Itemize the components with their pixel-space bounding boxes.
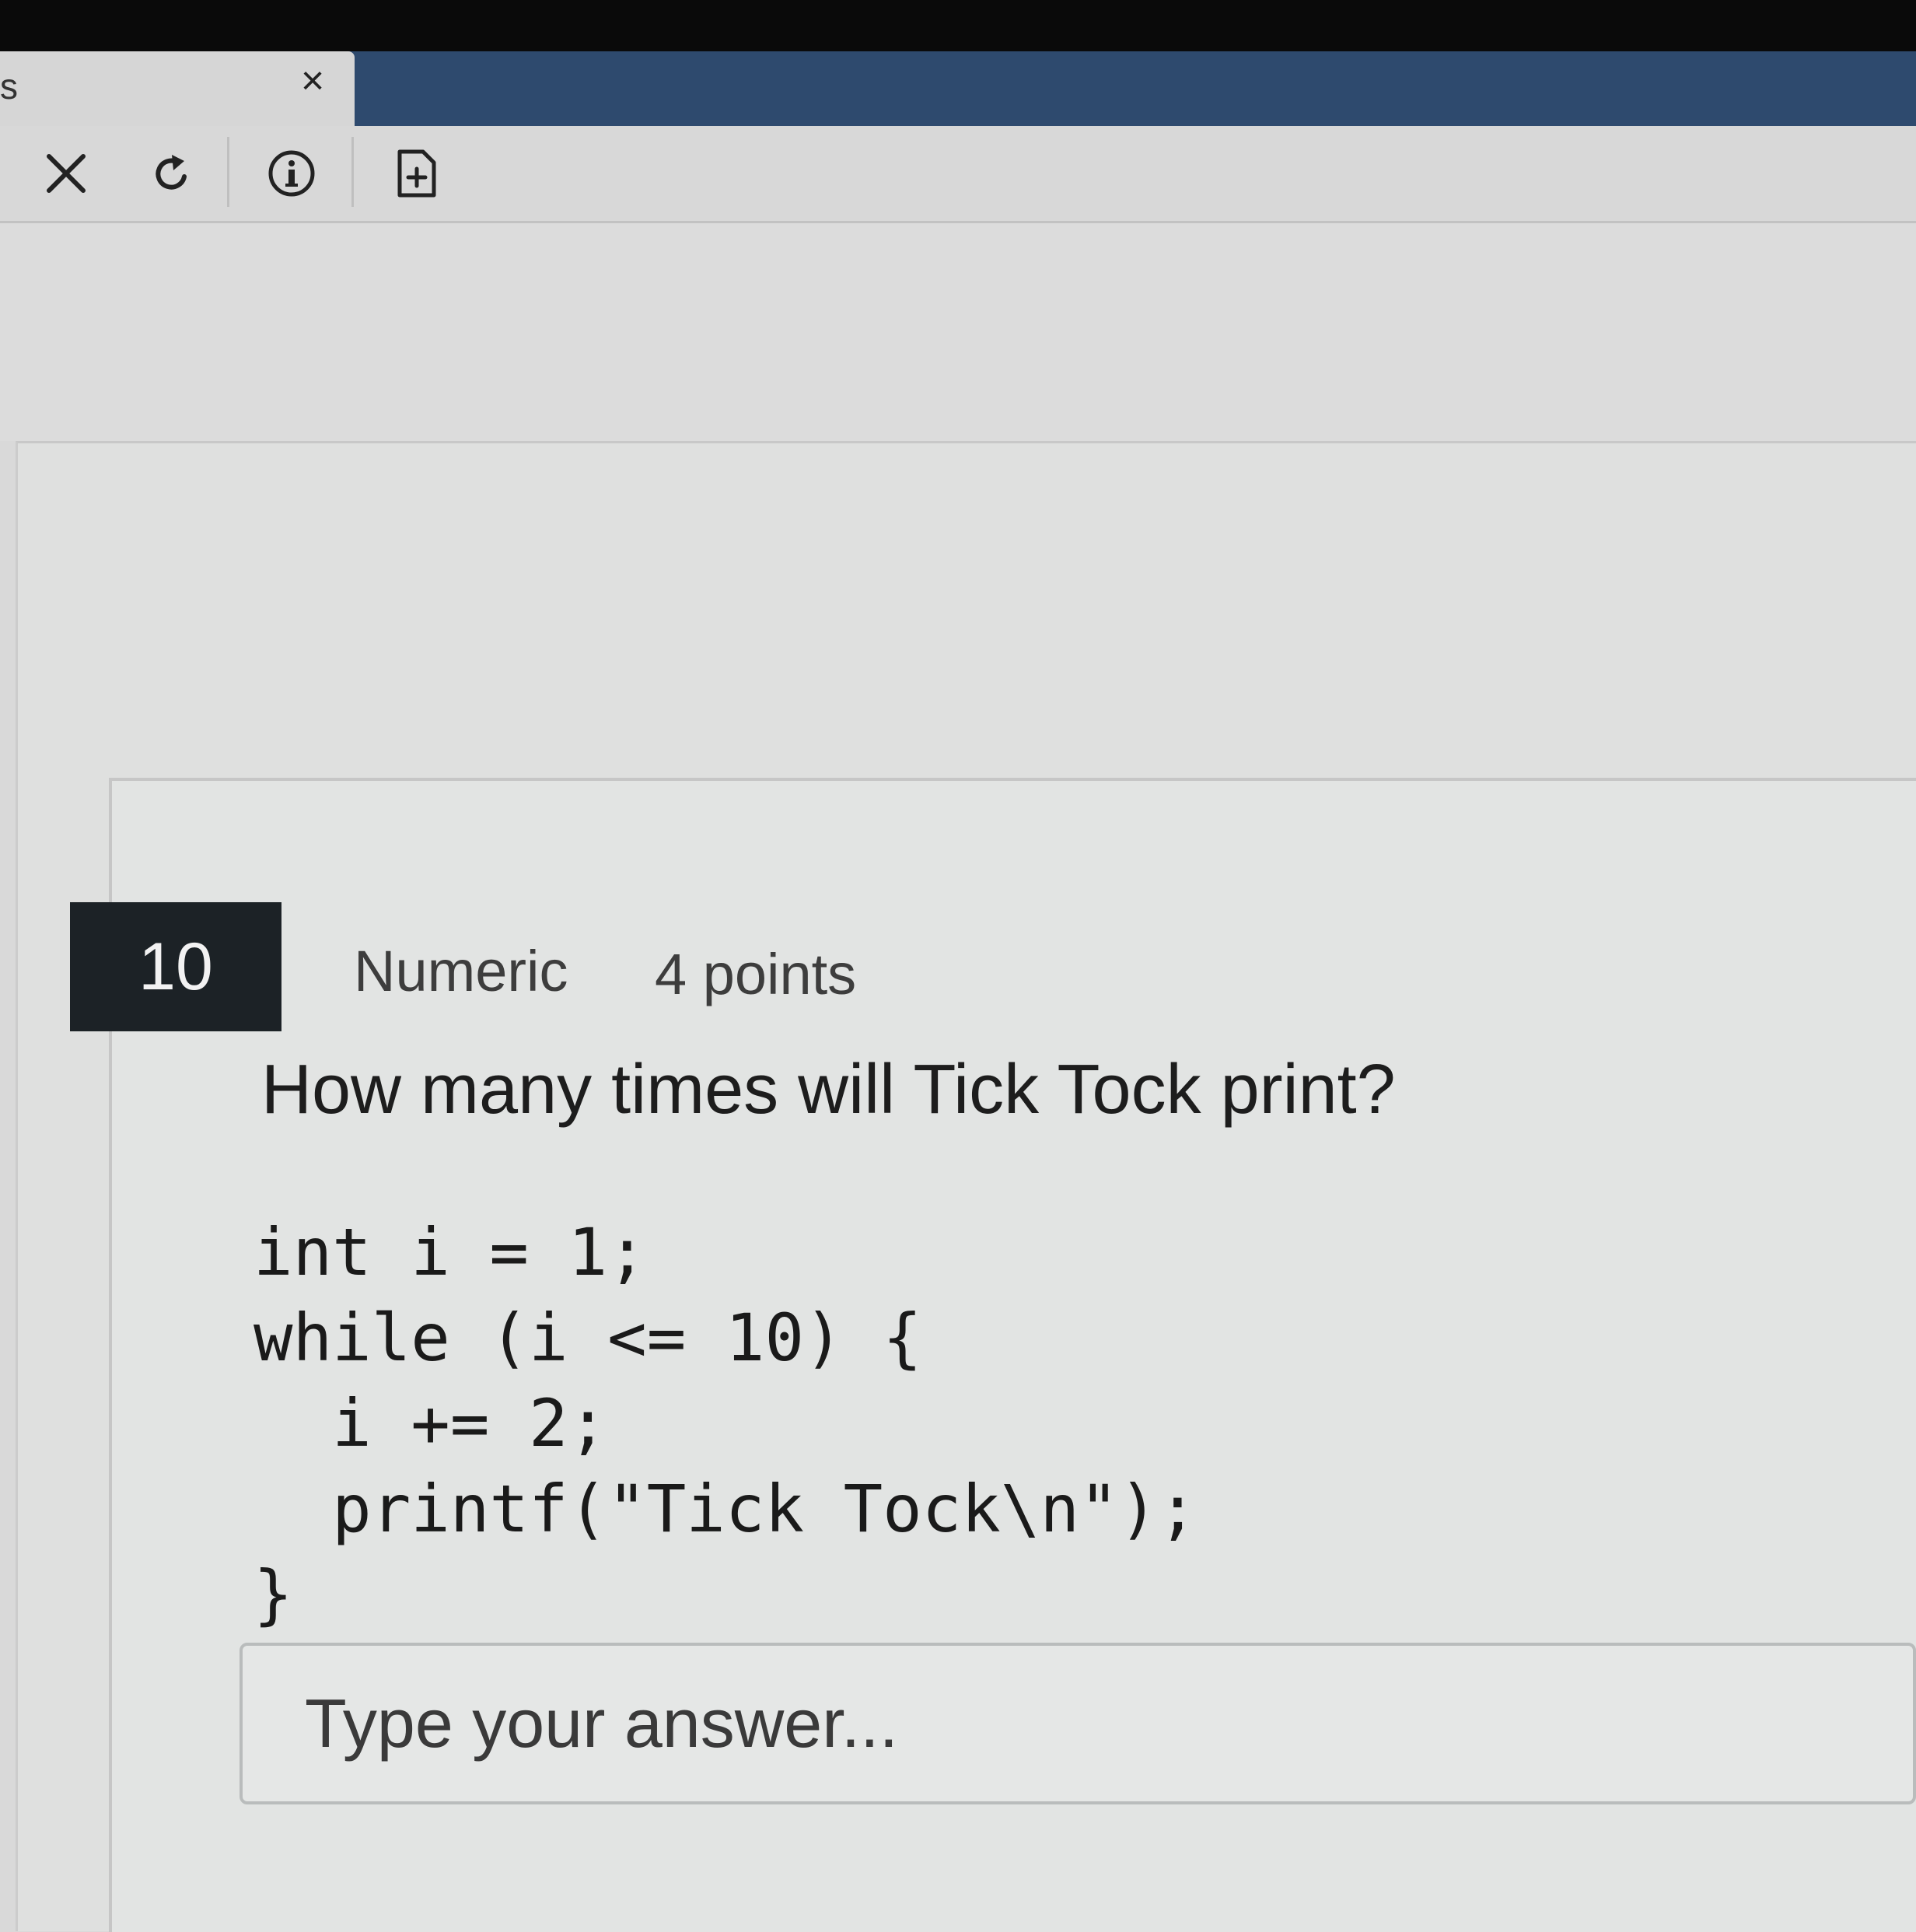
add-page-button[interactable] <box>381 126 451 221</box>
browser-tab[interactable]: s × <box>0 51 355 128</box>
close-icon <box>47 154 86 193</box>
close-button[interactable] <box>31 126 101 221</box>
toolbar <box>0 126 1916 223</box>
question-text: How many times will Tick Tock print? <box>261 1051 1396 1129</box>
reload-icon <box>156 155 187 190</box>
info-icon <box>268 150 315 197</box>
code-line: int i = 1; <box>253 1214 647 1290</box>
code-line: } <box>253 1556 293 1633</box>
toolbar-separator <box>351 137 354 207</box>
answer-input[interactable] <box>240 1643 1916 1804</box>
question-type: Numeric <box>354 939 568 1003</box>
tab-title: s <box>0 66 18 107</box>
add-page-icon <box>397 149 436 198</box>
question-number: 10 <box>70 902 281 1031</box>
code-snippet: int i = 1; while (i <= 10) { i += 2; prin… <box>253 1209 1198 1637</box>
question-points: 4 points <box>655 942 857 1006</box>
page-header-area <box>0 223 1916 441</box>
reload-button[interactable] <box>137 126 207 221</box>
tab-close-icon[interactable]: × <box>292 58 333 103</box>
code-line: while (i <= 10) { <box>253 1300 922 1376</box>
info-button[interactable] <box>255 126 328 221</box>
code-line: printf("Tick Tock\n"); <box>253 1471 1198 1547</box>
code-line: i += 2; <box>253 1385 608 1461</box>
toolbar-separator <box>227 137 229 207</box>
screen-top-bezel <box>0 0 1916 51</box>
